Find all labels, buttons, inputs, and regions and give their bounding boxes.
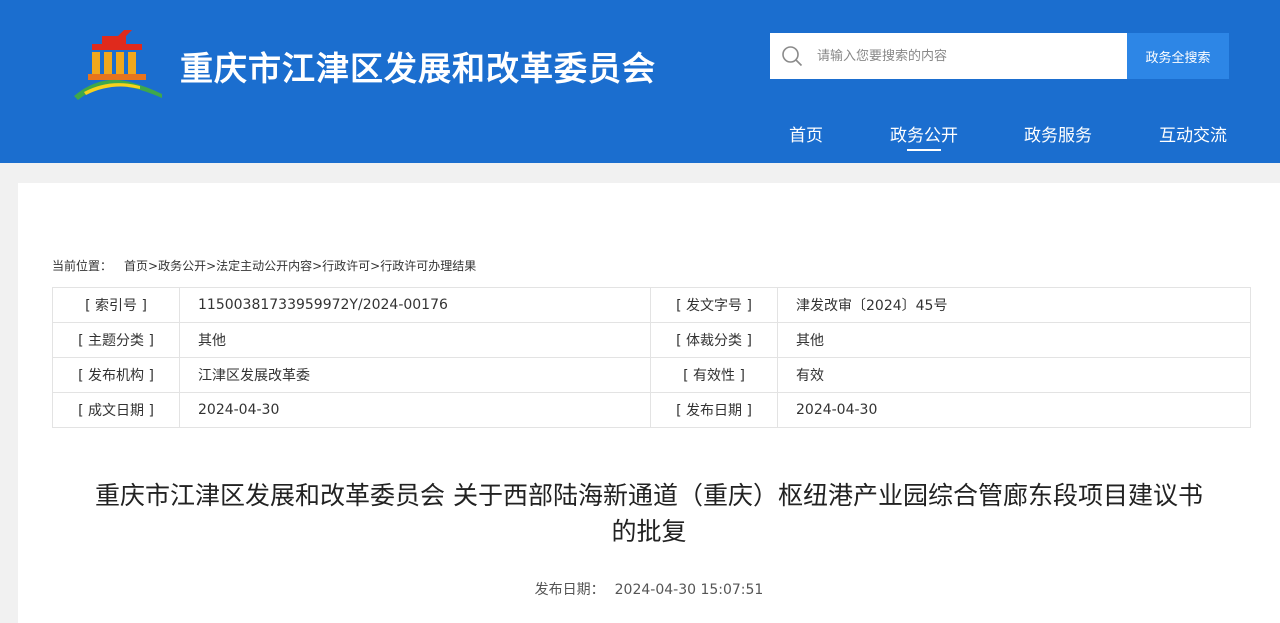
publish-date-label: 发布日期：	[534, 582, 605, 598]
meta-value-genre: 其他	[777, 322, 1251, 358]
content-card: 当前位置： 首页>政务公开>法定主动公开内容>行政许可>行政许可办理结果 [ 索引…	[18, 183, 1280, 623]
meta-key-written-date: [ 成文日期 ]	[52, 392, 180, 428]
meta-key-publisher: [ 发布机构 ]	[52, 357, 180, 393]
meta-value-validity: 有效	[777, 357, 1251, 393]
meta-value-document-number: 津发改审〔2024〕45号	[777, 287, 1251, 323]
search-icon[interactable]	[781, 45, 803, 67]
nav-item-government-services[interactable]: 政务服务	[1024, 121, 1092, 146]
meta-key-index-number: [ 索引号 ]	[52, 287, 180, 323]
site-title[interactable]: 重庆市江津区发展和改革委员会	[180, 42, 656, 90]
breadcrumb-label: 当前位置：	[52, 259, 113, 273]
search-input[interactable]	[815, 47, 1109, 65]
site-header: 重庆市江津区发展和改革委员会 政务全搜索 首页 政务公开 政务服务 互动交流	[0, 0, 1280, 163]
breadcrumb: 当前位置： 首页>政务公开>法定主动公开内容>行政许可>行政许可办理结果	[52, 257, 476, 274]
document-title-line-2: 的批复	[611, 517, 687, 546]
document-title-line-1: 重庆市江津区发展和改革委员会 关于西部陆海新通道（重庆）枢纽港产业园综合管廊东段…	[95, 481, 1203, 510]
nav-item-government-affairs[interactable]: 政务公开	[890, 121, 958, 151]
nav-item-home[interactable]: 首页	[789, 121, 823, 146]
meta-value-topic: 其他	[179, 322, 651, 358]
publish-date-value: 2024-04-30 15:07:51	[614, 582, 764, 598]
table-row: [ 索引号 ] 11500381733959972Y/2024-00176 [ …	[52, 287, 1251, 323]
meta-value-index-number: 11500381733959972Y/2024-00176	[179, 287, 651, 323]
search-bar: 政务全搜索	[770, 33, 1229, 79]
meta-value-publisher: 江津区发展改革委	[179, 357, 651, 393]
meta-key-validity: [ 有效性 ]	[650, 357, 778, 393]
publish-date: 发布日期： 2024-04-30 15:07:51	[18, 579, 1280, 599]
document-meta-table: [ 索引号 ] 11500381733959972Y/2024-00176 [ …	[52, 287, 1251, 428]
table-row: [ 发布机构 ] 江津区发展改革委 [ 有效性 ] 有效	[52, 357, 1251, 393]
meta-key-publish-date: [ 发布日期 ]	[650, 392, 778, 428]
meta-key-genre: [ 体裁分类 ]	[650, 322, 778, 358]
government-building-logo-icon[interactable]	[70, 30, 165, 102]
breadcrumb-path[interactable]: 首页>政务公开>法定主动公开内容>行政许可>行政许可办理结果	[124, 259, 476, 273]
nav-item-interaction[interactable]: 互动交流	[1159, 121, 1227, 146]
meta-key-document-number: [ 发文字号 ]	[650, 287, 778, 323]
main-nav: 首页 政务公开 政务服务 互动交流	[0, 121, 1280, 161]
table-row: [ 成文日期 ] 2024-04-30 [ 发布日期 ] 2024-04-30	[52, 392, 1251, 428]
table-row: [ 主题分类 ] 其他 [ 体裁分类 ] 其他	[52, 322, 1251, 358]
meta-value-written-date: 2024-04-30	[179, 392, 651, 428]
search-button[interactable]: 政务全搜索	[1127, 33, 1229, 79]
meta-key-topic: [ 主题分类 ]	[52, 322, 180, 358]
meta-value-publish-date: 2024-04-30	[777, 392, 1251, 428]
document-title: 重庆市江津区发展和改革委员会 关于西部陆海新通道（重庆）枢纽港产业园综合管廊东段…	[38, 478, 1260, 550]
